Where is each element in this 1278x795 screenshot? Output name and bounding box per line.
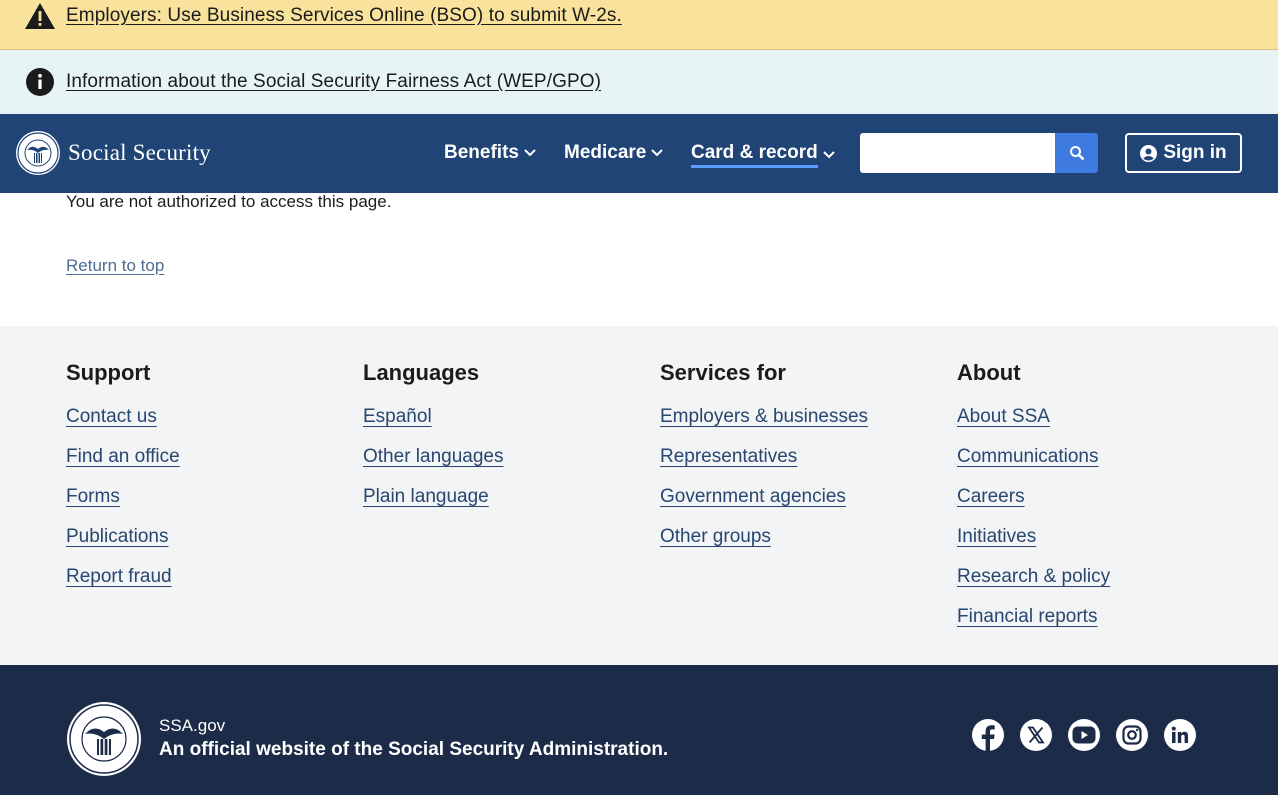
nav-benefits-label: Benefits — [444, 142, 519, 163]
search-input[interactable] — [860, 133, 1055, 173]
user-icon — [1140, 144, 1158, 162]
warning-icon — [24, 0, 56, 32]
nav-card-record-label: Card & record — [691, 142, 818, 168]
footer-heading: Languages — [363, 360, 480, 385]
nav-medicare[interactable]: Medicare — [564, 142, 664, 164]
footer-link-representatives[interactable]: Representatives — [660, 443, 868, 483]
footer-link-publications[interactable]: Publications — [66, 523, 180, 563]
x-icon[interactable] — [1020, 719, 1052, 751]
footer-link-employers[interactable]: Employers & businesses — [660, 403, 868, 443]
footer-column-languages: Languages Español Other languages Plain … — [363, 360, 504, 523]
chevron-down-icon — [651, 149, 664, 157]
social-links — [972, 719, 1196, 751]
footer-link-forms[interactable]: Forms — [66, 483, 180, 523]
brand-name: Social Security — [68, 140, 211, 165]
footer-heading: Services for — [660, 360, 786, 385]
nav-card-record[interactable]: Card & record — [691, 142, 836, 168]
youtube-icon[interactable] — [1068, 719, 1100, 751]
bso-alert-link[interactable]: Employers: Use Business Services Online … — [66, 5, 622, 27]
footer-link-about-ssa[interactable]: About SSA — [957, 403, 1110, 443]
info-alert: Information about the Social Security Fa… — [0, 50, 1278, 114]
linkedin-icon[interactable] — [1164, 719, 1196, 751]
footer-link-communications[interactable]: Communications — [957, 443, 1110, 483]
search-form — [860, 133, 1098, 173]
facebook-icon[interactable] — [972, 719, 1004, 751]
footer-link-report-fraud[interactable]: Report fraud — [66, 563, 180, 603]
search-icon — [1069, 146, 1084, 161]
footer-links: Support Contact us Find an office Forms … — [0, 326, 1278, 665]
site-header: Social Security Benefits Medicare Card &… — [0, 114, 1278, 193]
instagram-icon[interactable] — [1116, 719, 1148, 751]
nav-medicare-label: Medicare — [564, 142, 647, 163]
footer-column-support: Support Contact us Find an office Forms … — [66, 360, 180, 603]
footer-column-services: Services for Employers & businesses Repr… — [660, 360, 868, 563]
footer-link-contact-us[interactable]: Contact us — [66, 403, 180, 443]
sign-in-label: Sign in — [1163, 142, 1227, 163]
home-logo-link[interactable]: Social Security — [15, 130, 211, 176]
unauthorized-message: You are not authorized to access this pa… — [66, 192, 392, 211]
ssa-seal-icon — [16, 131, 60, 175]
nav-benefits[interactable]: Benefits — [444, 142, 537, 164]
footer-identifier: SSA.gov An official website of the Socia… — [0, 665, 1278, 795]
chevron-down-icon — [524, 149, 536, 157]
return-to-top-link[interactable]: Return to top — [66, 256, 164, 276]
footer-link-research-policy[interactable]: Research & policy — [957, 563, 1110, 603]
site-domain: SSA.gov — [159, 716, 226, 735]
footer-link-espanol[interactable]: Español — [363, 403, 504, 443]
footer-column-about: About About SSA Communications Careers I… — [957, 360, 1110, 643]
sign-in-button[interactable]: Sign in — [1125, 133, 1242, 173]
official-website-text: An official website of the Social Securi… — [159, 739, 669, 760]
footer-link-careers[interactable]: Careers — [957, 483, 1110, 523]
footer-link-find-office[interactable]: Find an office — [66, 443, 180, 483]
footer-link-government-agencies[interactable]: Government agencies — [660, 483, 868, 523]
fairness-act-link[interactable]: Information about the Social Security Fa… — [66, 71, 601, 93]
footer-link-plain-language[interactable]: Plain language — [363, 483, 504, 523]
chevron-down-icon — [822, 151, 835, 159]
warning-alert: Employers: Use Business Services Online … — [0, 0, 1278, 50]
search-button[interactable] — [1055, 133, 1098, 173]
ssa-seal-icon — [67, 702, 141, 776]
footer-link-other-languages[interactable]: Other languages — [363, 443, 504, 483]
footer-link-financial-reports[interactable]: Financial reports — [957, 603, 1110, 643]
footer-link-initiatives[interactable]: Initiatives — [957, 523, 1110, 563]
footer-link-other-groups[interactable]: Other groups — [660, 523, 868, 563]
footer-heading: About — [957, 360, 1021, 385]
footer-heading: Support — [66, 360, 151, 385]
info-icon — [24, 66, 56, 98]
